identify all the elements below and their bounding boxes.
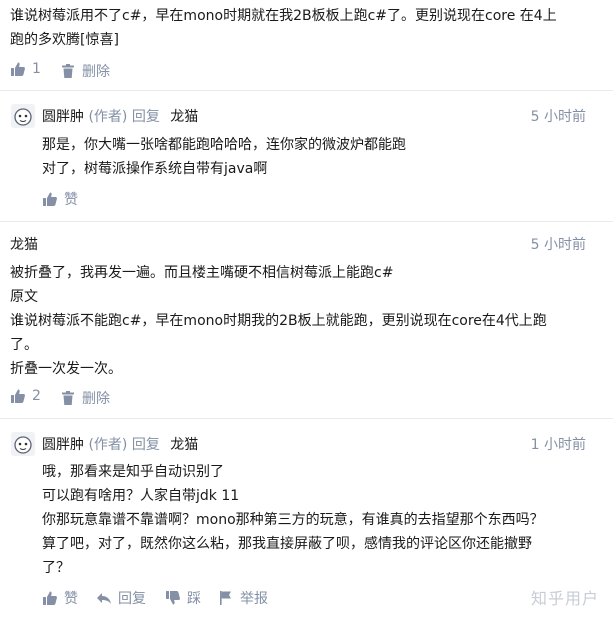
delete-button[interactable]: 删除: [60, 61, 110, 81]
comment-header: 龙猫: [10, 234, 38, 254]
reply-word: 回复: [131, 437, 160, 453]
trash-icon: [62, 64, 74, 78]
watermark: 知乎用户: [530, 589, 599, 608]
reply-text-line: 那是，你大嘴一张啥都能跑哈哈哈，连你家的微波炉都能跑: [42, 137, 406, 153]
like-button[interactable]: 2: [10, 388, 41, 404]
trash-icon: [62, 391, 74, 405]
divider: [0, 221, 613, 222]
like-button[interactable]: 赞: [42, 189, 78, 209]
thumbs-up-icon: [43, 192, 57, 206]
dislike-label: 踩: [187, 591, 201, 607]
reply-target-name[interactable]: 龙猫: [170, 437, 198, 453]
thumbs-up-icon: [11, 389, 25, 403]
like-count: 1: [32, 61, 41, 77]
comment-text-line: 跑的多欢腾[惊喜]: [10, 32, 119, 48]
reply-text-line: 可以跑有啥用？人家自带jdk 11: [42, 488, 240, 504]
reply-text-line: 哦，那看来是知乎自动识别了: [42, 464, 224, 480]
timestamp: 5 小时前: [530, 237, 586, 253]
avatar[interactable]: [11, 104, 35, 128]
timestamp: 5 小时前: [530, 109, 586, 125]
thumbs-up-icon: [43, 591, 57, 605]
reply-text-line: 了？: [42, 560, 70, 576]
reply-button[interactable]: 回复: [96, 588, 146, 608]
delete-button[interactable]: 删除: [60, 388, 110, 408]
like-label: 赞: [64, 591, 78, 607]
divider: [0, 418, 613, 419]
reply-text-line: 对了，树莓派操作系统自带有java啊: [42, 161, 268, 177]
divider: [0, 90, 613, 91]
comment-text-line: 折叠一次发一次。: [10, 361, 122, 377]
avatar[interactable]: [11, 432, 35, 456]
comment-text-line: 原文: [10, 289, 38, 305]
author-tag: (作者): [88, 109, 128, 125]
comment-text-line: 了。: [10, 337, 38, 353]
reply-text-line: 算了吧，对了，既然你这么粘，那我直接屏蔽了呗，感情我的评论区你还能撤野: [42, 536, 532, 552]
reply-label: 回复: [118, 591, 146, 607]
reply-text-line: 你那玩意靠谱不靠谱啊？mono那种第三方的玩意，有谁真的去指望那个东西吗？: [42, 512, 544, 528]
comment-text-line: 被折叠了，我再发一遍。而且楼主嘴硬不相信树莓派上能跑c#: [10, 265, 394, 281]
reply-target-name[interactable]: 龙猫: [170, 109, 198, 125]
author-name[interactable]: 龙猫: [10, 237, 38, 253]
author-tag: (作者): [88, 437, 128, 453]
like-button[interactable]: 1: [10, 61, 41, 77]
like-count: 2: [32, 388, 41, 404]
dislike-button[interactable]: 踩: [165, 588, 201, 608]
comment-text-line: 谁说树莓派不能跑c#，早在mono时期我的2B板上就能跑，更别说现在core在4…: [10, 313, 547, 329]
author-name[interactable]: 圆胖肿: [42, 109, 84, 125]
like-button[interactable]: 赞: [42, 588, 78, 608]
thumbs-down-icon: [166, 591, 180, 605]
reply-header: 圆胖肿 (作者) 回复 龙猫: [42, 106, 198, 126]
comment-text-line: 谁说树莓派用不了c#，早在mono时期就在我2B板板上跑c#了。更别说现在cor…: [10, 8, 557, 24]
delete-label: 删除: [82, 391, 110, 407]
reply-header: 圆胖肿 (作者) 回复 龙猫: [42, 434, 198, 454]
delete-label: 删除: [82, 64, 110, 80]
avatar-face-icon: [14, 108, 32, 126]
report-button[interactable]: 举报: [218, 588, 268, 608]
avatar-face-icon: [14, 436, 32, 454]
reply-arrow-icon: [97, 593, 111, 604]
thumbs-up-icon: [11, 62, 25, 76]
timestamp: 1 小时前: [530, 437, 586, 453]
author-name[interactable]: 圆胖肿: [42, 437, 84, 453]
report-label: 举报: [240, 591, 268, 607]
like-label: 赞: [64, 192, 78, 208]
reply-word: 回复: [131, 109, 160, 125]
flag-icon: [220, 591, 231, 605]
